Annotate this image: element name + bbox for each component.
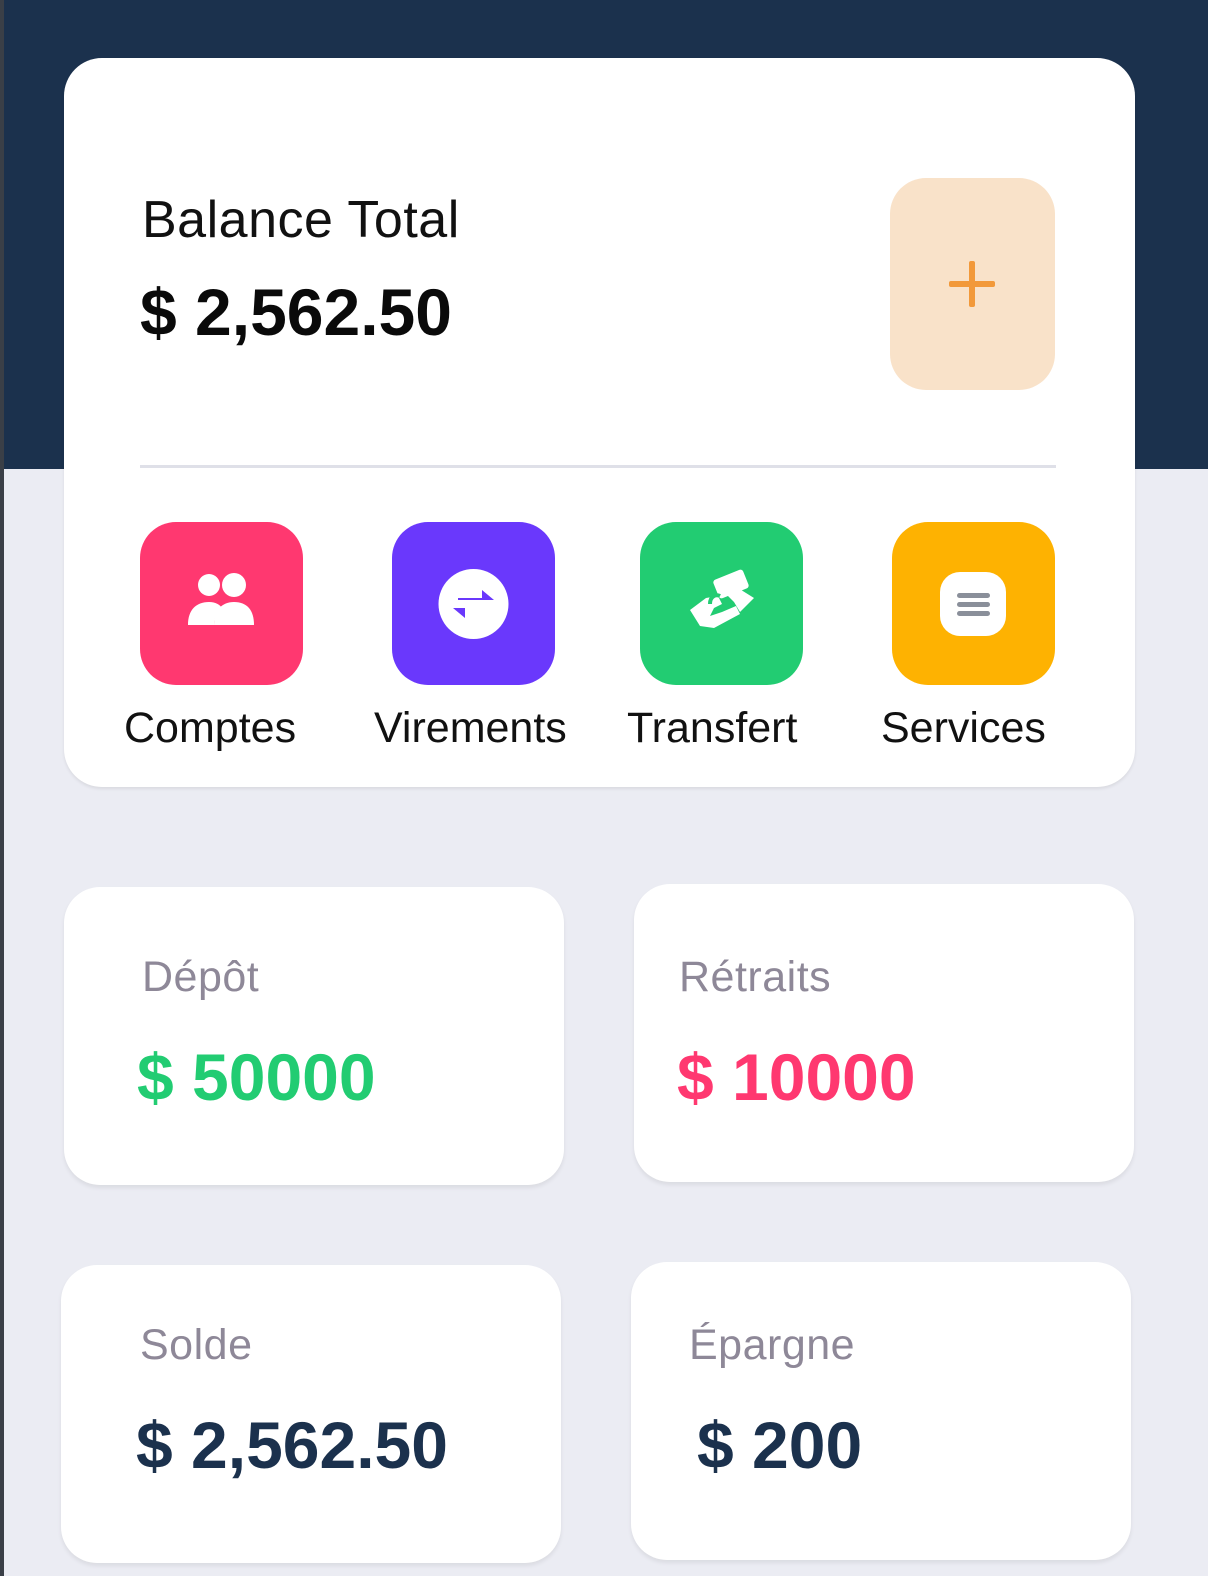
transfert-tile[interactable]	[640, 522, 803, 685]
balance-label: Balance Total	[142, 191, 460, 249]
services-label: Services	[881, 704, 1046, 752]
transfert-label: Transfert	[627, 704, 798, 752]
stat-card-epargne[interactable]: Épargne $ 200	[631, 1262, 1131, 1560]
handshake-money-icon	[690, 569, 754, 628]
add-funds-button[interactable]	[890, 178, 1055, 390]
balance-card: Balance Total $ 2,562.50 Comptes Viremen…	[64, 58, 1135, 787]
stat-card-solde[interactable]: Solde $ 2,562.50	[61, 1265, 561, 1563]
window-edge	[0, 0, 4, 1576]
epargne-value: $ 200	[697, 1408, 863, 1482]
epargne-label: Épargne	[689, 1321, 856, 1369]
virements-tile[interactable]	[392, 522, 555, 685]
stat-card-retraits[interactable]: Rétraits $ 10000	[634, 884, 1134, 1182]
retraits-label: Rétraits	[679, 953, 832, 1001]
retraits-value: $ 10000	[677, 1040, 916, 1114]
comptes-label: Comptes	[124, 704, 297, 752]
transfer-arrows-icon	[438, 569, 509, 639]
plus-icon	[949, 261, 995, 307]
virements-label: Virements	[374, 704, 567, 752]
divider	[140, 465, 1056, 468]
comptes-tile[interactable]	[140, 522, 303, 685]
services-tile[interactable]	[892, 522, 1055, 685]
users-icon	[188, 573, 254, 625]
stat-card-depot[interactable]: Dépôt $ 50000	[64, 887, 564, 1185]
solde-label: Solde	[140, 1321, 253, 1369]
menu-list-icon	[940, 572, 1006, 636]
depot-label: Dépôt	[142, 953, 260, 1001]
balance-amount: $ 2,562.50	[140, 275, 452, 349]
solde-value: $ 2,562.50	[136, 1408, 448, 1482]
depot-value: $ 50000	[137, 1040, 376, 1114]
